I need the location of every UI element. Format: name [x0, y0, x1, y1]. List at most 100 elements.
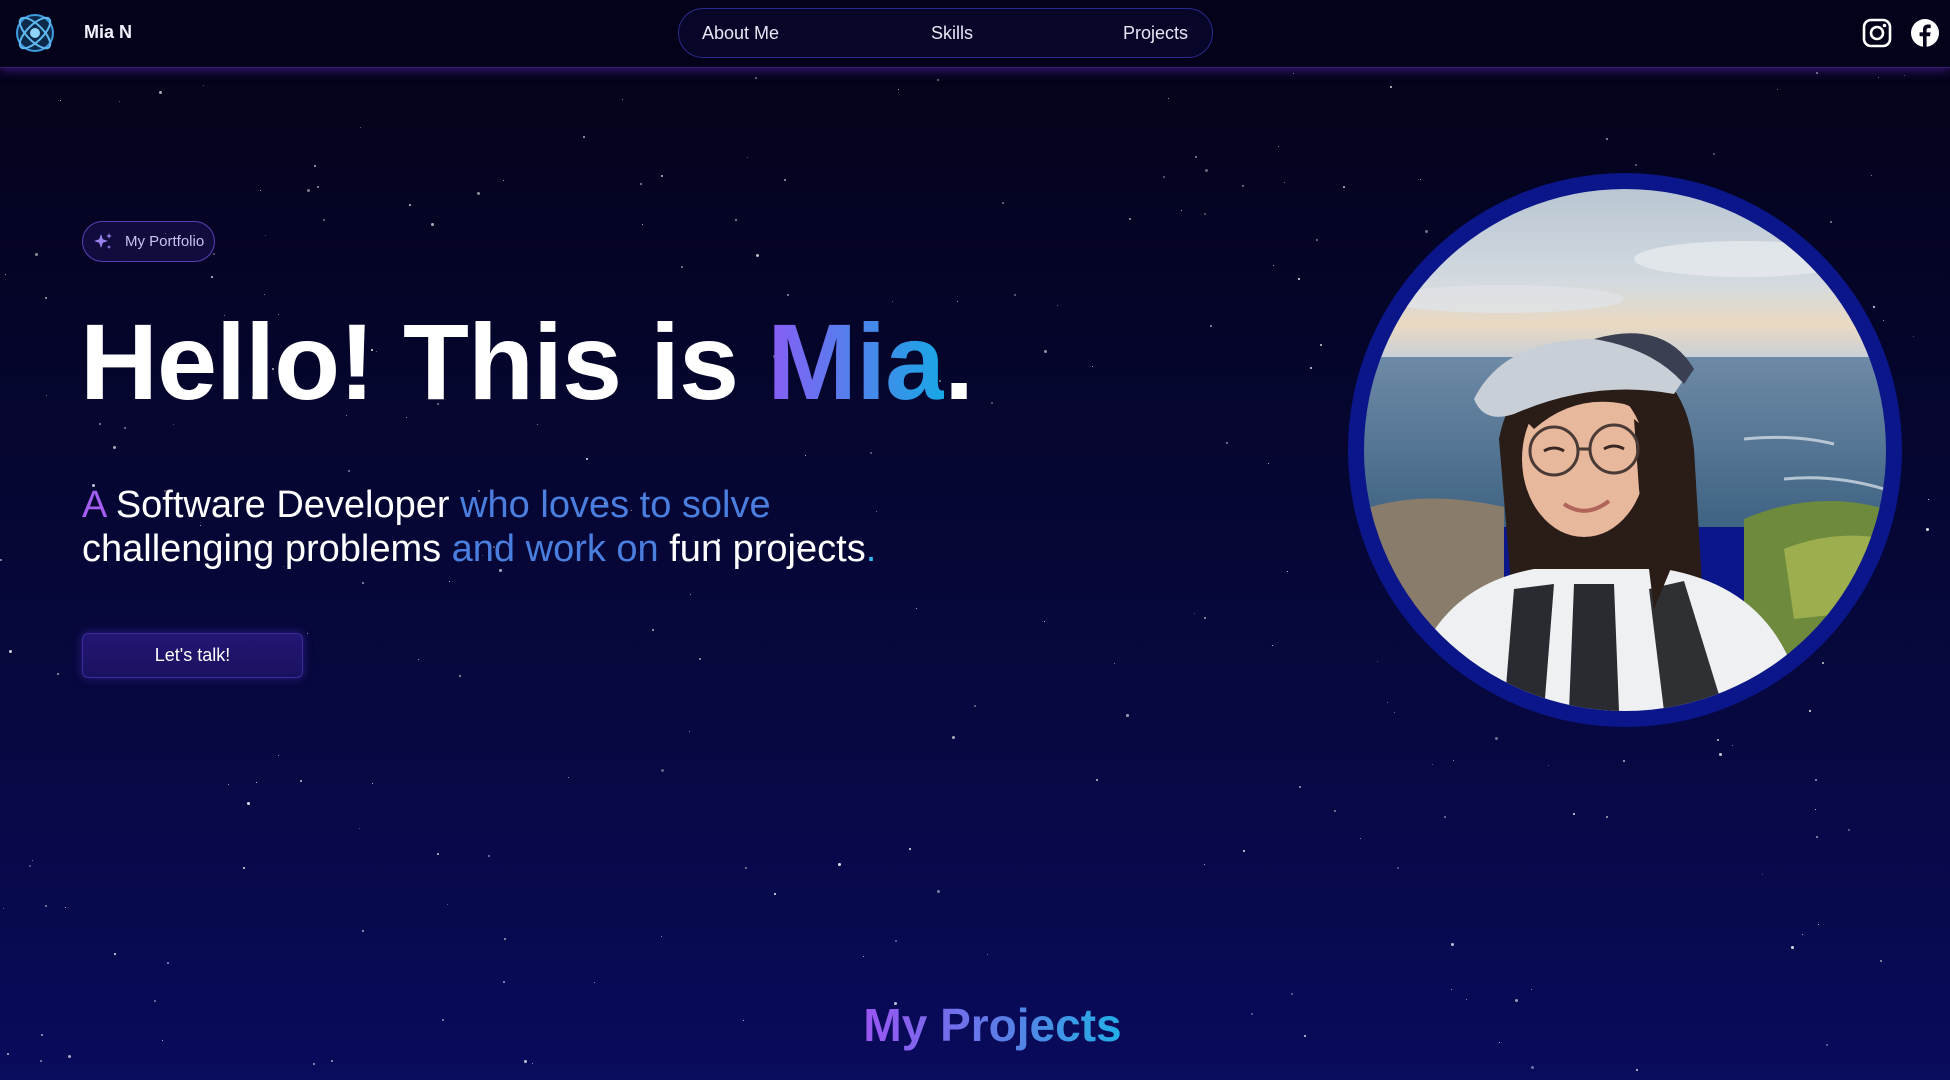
star-dot: [1444, 816, 1446, 818]
star-dot: [119, 101, 120, 102]
star-dot: [459, 675, 461, 677]
star-dot: [1926, 528, 1929, 531]
star-dot: [57, 673, 59, 675]
star-dot: [7, 1053, 9, 1055]
facebook-icon[interactable]: [1910, 18, 1940, 48]
star-dot: [1334, 810, 1336, 812]
star-dot: [1057, 305, 1058, 306]
star-dot: [1360, 838, 1361, 839]
star-dot: [29, 865, 31, 867]
star-dot: [409, 204, 411, 206]
brand-name[interactable]: Mia N: [84, 22, 132, 43]
star-dot: [1273, 265, 1274, 266]
star-dot: [503, 981, 505, 983]
star-dot: [838, 863, 841, 866]
star-dot: [359, 828, 360, 829]
star-dot: [213, 253, 215, 255]
star-dot: [243, 867, 245, 869]
star-dot: [774, 893, 776, 895]
star-dot: [60, 100, 61, 101]
star-dot: [300, 780, 302, 782]
star-dot: [1732, 745, 1733, 746]
star-dot: [1623, 760, 1625, 762]
star-dot: [622, 99, 623, 100]
lets-talk-button[interactable]: Let's talk!: [82, 633, 303, 678]
nav-projects[interactable]: Projects: [1123, 23, 1188, 44]
star-dot: [173, 424, 174, 425]
star-dot: [348, 470, 350, 472]
nav-skills[interactable]: Skills: [931, 23, 973, 44]
star-dot: [652, 629, 654, 631]
star-dot: [313, 1063, 315, 1065]
star-dot: [1181, 210, 1182, 211]
star-dot: [661, 936, 662, 937]
hero-headline: Hello! This is Mia.: [80, 308, 974, 416]
tagline-segment: .: [865, 528, 877, 570]
star-dot: [1873, 306, 1875, 308]
instagram-icon[interactable]: [1862, 18, 1892, 48]
star-dot: [1878, 77, 1879, 78]
star-dot: [594, 982, 595, 983]
star-dot: [1830, 221, 1832, 223]
star-dot: [1204, 617, 1206, 619]
star-dot: [1129, 218, 1131, 220]
star-dot: [504, 938, 506, 940]
star-dot: [937, 79, 939, 81]
star-dot: [1397, 867, 1399, 869]
star-dot: [437, 853, 439, 855]
star-dot: [747, 157, 748, 158]
star-dot: [1432, 764, 1433, 765]
nav-about-me[interactable]: About Me: [702, 23, 779, 44]
star-dot: [203, 85, 204, 86]
star-dot: [1548, 765, 1549, 766]
star-dot: [1762, 874, 1763, 875]
star-dot: [99, 423, 101, 425]
star-dot: [1913, 336, 1914, 337]
star-dot: [1495, 737, 1498, 740]
star-dot: [1717, 739, 1719, 741]
star-dot: [1816, 836, 1818, 838]
star-dot: [640, 183, 642, 185]
star-dot: [735, 219, 737, 221]
star-dot: [863, 956, 864, 957]
star-dot: [1390, 86, 1392, 88]
star-dot: [583, 136, 585, 138]
star-dot: [690, 594, 691, 595]
star-dot: [488, 855, 490, 857]
star-dot: [247, 802, 250, 805]
star-dot: [1168, 98, 1169, 99]
star-dot: [895, 940, 897, 942]
star-dot: [1791, 946, 1794, 949]
headline-name: Mia: [767, 301, 945, 422]
star-dot: [228, 784, 229, 785]
hero-tagline: A Software Developer who loves to solve …: [82, 483, 876, 571]
portfolio-badge: My Portfolio: [82, 221, 215, 262]
atom-logo-icon[interactable]: [12, 10, 58, 56]
star-dot: [113, 446, 116, 449]
star-dot: [991, 402, 993, 404]
star-dot: [1822, 662, 1824, 664]
star-dot: [362, 930, 364, 932]
star-dot: [1531, 1066, 1534, 1069]
star-dot: [307, 189, 310, 192]
star-dot: [372, 783, 373, 784]
star-dot: [317, 186, 319, 188]
star-dot: [1163, 176, 1165, 178]
star-dot: [974, 705, 976, 707]
star-dot: [1278, 146, 1279, 147]
star-dot: [159, 91, 162, 94]
star-dot: [1044, 621, 1045, 622]
star-dot: [1293, 73, 1294, 74]
star-dot: [1606, 816, 1608, 818]
star-dot: [1848, 829, 1850, 831]
headline-suffix: .: [944, 301, 974, 422]
star-dot: [1713, 153, 1715, 155]
star-dot: [9, 650, 12, 653]
star-dot: [278, 755, 279, 756]
star-dot: [870, 452, 872, 454]
profile-photo-ring: [1348, 173, 1902, 727]
star-dot: [1014, 294, 1016, 296]
star-dot: [46, 395, 47, 396]
star-dot: [1320, 344, 1322, 346]
star-dot: [449, 581, 450, 582]
